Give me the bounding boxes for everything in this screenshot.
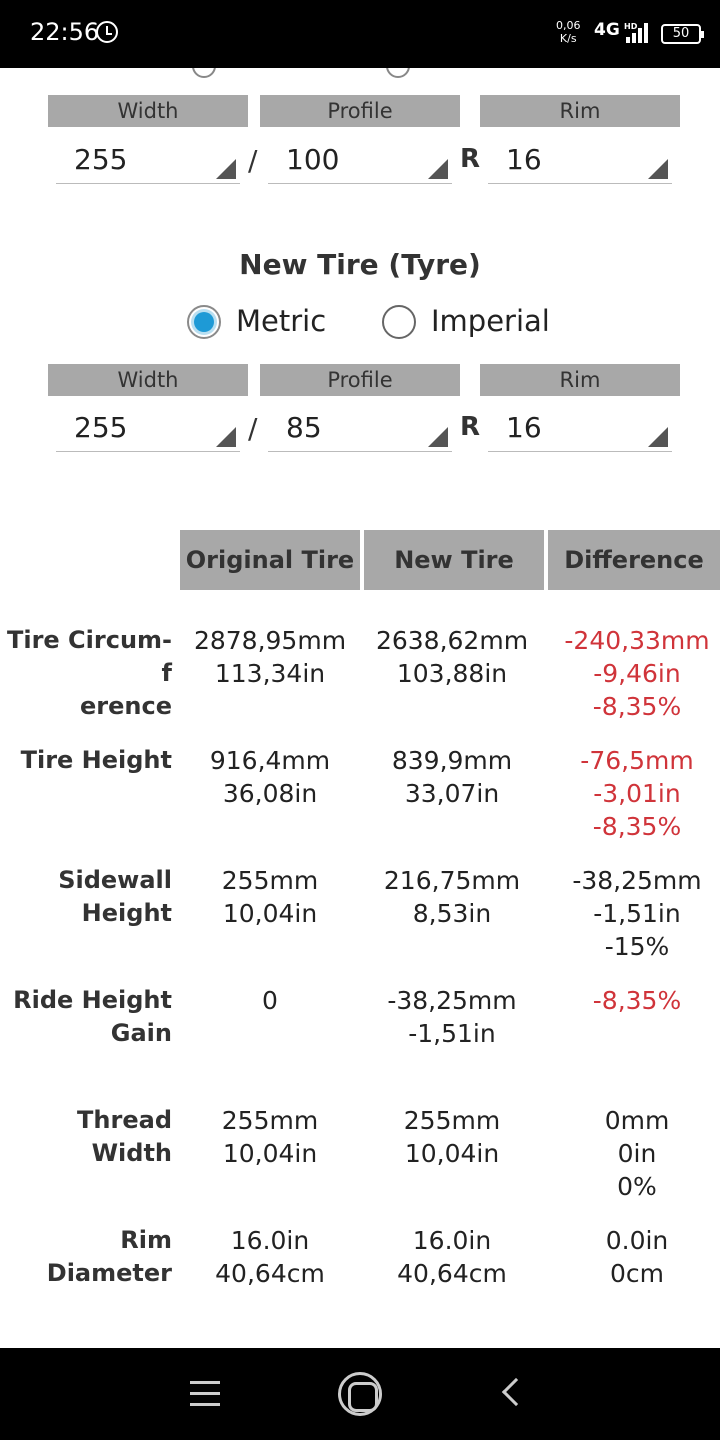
original-profile-header: Profile	[260, 95, 460, 127]
new-profile-select[interactable]: 85	[268, 404, 452, 452]
original-imperial-radio[interactable]	[386, 68, 410, 78]
row-label-circumference: Tire Circum-f erence	[6, 626, 172, 720]
cell-difference: -240,33mm -9,46in -8,35%	[564, 626, 710, 721]
cell-original: 0	[262, 986, 278, 1015]
size-separator: /	[248, 412, 258, 445]
cell-difference: 0mm 0in 0%	[604, 1106, 670, 1201]
network-speed: 0,06 K/s	[556, 19, 581, 45]
difference-header: Difference	[548, 530, 720, 590]
original-rim-header: Rim	[480, 95, 680, 127]
cell-original: 16.0in 40,64cm	[215, 1226, 325, 1288]
imperial-radio[interactable]	[382, 305, 416, 339]
cell-difference: -8,35%	[592, 986, 682, 1015]
rim-prefix: R	[460, 412, 481, 442]
cell-new: 216,75mm 8,53in	[383, 866, 521, 928]
cell-difference: -38,25mm -1,51in -15%	[572, 866, 702, 961]
metric-label[interactable]: Metric	[236, 304, 326, 338]
original-rim-select[interactable]: 16	[488, 136, 672, 184]
new-width-select[interactable]: 255	[56, 404, 240, 452]
main-content[interactable]: Width Profile Rim 255 / 100 R 16 New Tir…	[0, 68, 720, 1348]
status-bar: 22:56 0,06 K/s 4G HD 50	[0, 0, 720, 68]
cell-original: 916,4mm 36,08in	[209, 746, 331, 808]
cell-new: -38,25mm -1,51in	[387, 986, 517, 1048]
row-label-tire-height: Tire Height	[20, 746, 172, 774]
rim-prefix: R	[460, 144, 481, 174]
cell-original: 2878,95mm 113,34in	[193, 626, 347, 688]
original-width-select[interactable]: 255	[56, 136, 240, 184]
back-icon[interactable]	[501, 1377, 531, 1407]
original-metric-radio[interactable]	[192, 68, 216, 78]
imperial-label[interactable]: Imperial	[431, 304, 550, 338]
row-label-rim-diameter: Rim Diameter	[46, 1226, 172, 1287]
original-tire-header: Original Tire	[180, 530, 360, 590]
row-label-thread-width: Thread Width	[77, 1106, 172, 1167]
size-separator: /	[248, 144, 258, 177]
signal-icon	[626, 23, 650, 43]
cell-new: 16.0in 40,64cm	[397, 1226, 507, 1288]
cell-new: 2638,62mm 103,88in	[375, 626, 529, 688]
alarm-icon	[96, 21, 118, 43]
original-width-header: Width	[48, 95, 248, 127]
battery-icon: 50	[661, 24, 704, 44]
network-type: 4G	[594, 20, 620, 40]
menu-icon[interactable]	[190, 1381, 220, 1407]
row-label-ride-height-gain: Ride Height Gain	[13, 986, 172, 1047]
original-profile-select[interactable]: 100	[268, 136, 452, 184]
new-profile-header: Profile	[260, 364, 460, 396]
cell-original: 255mm 10,04in	[221, 1106, 319, 1168]
cell-original: 255mm 10,04in	[221, 866, 319, 928]
navigation-bar	[0, 1348, 720, 1440]
status-time: 22:56	[30, 18, 100, 46]
new-tire-header: New Tire	[364, 530, 544, 590]
row-label-sidewall-height: Sidewall Height	[58, 866, 172, 927]
new-rim-header: Rim	[480, 364, 680, 396]
metric-radio[interactable]	[187, 305, 221, 339]
cell-new: 255mm 10,04in	[403, 1106, 501, 1168]
new-tire-title: New Tire (Tyre)	[239, 248, 481, 281]
home-icon[interactable]	[338, 1372, 382, 1416]
cell-new: 839,9mm 33,07in	[391, 746, 513, 808]
new-width-header: Width	[48, 364, 248, 396]
cell-difference: -76,5mm -3,01in -8,35%	[580, 746, 694, 841]
new-rim-select[interactable]: 16	[488, 404, 672, 452]
cell-difference: 0.0in 0cm	[605, 1226, 669, 1288]
